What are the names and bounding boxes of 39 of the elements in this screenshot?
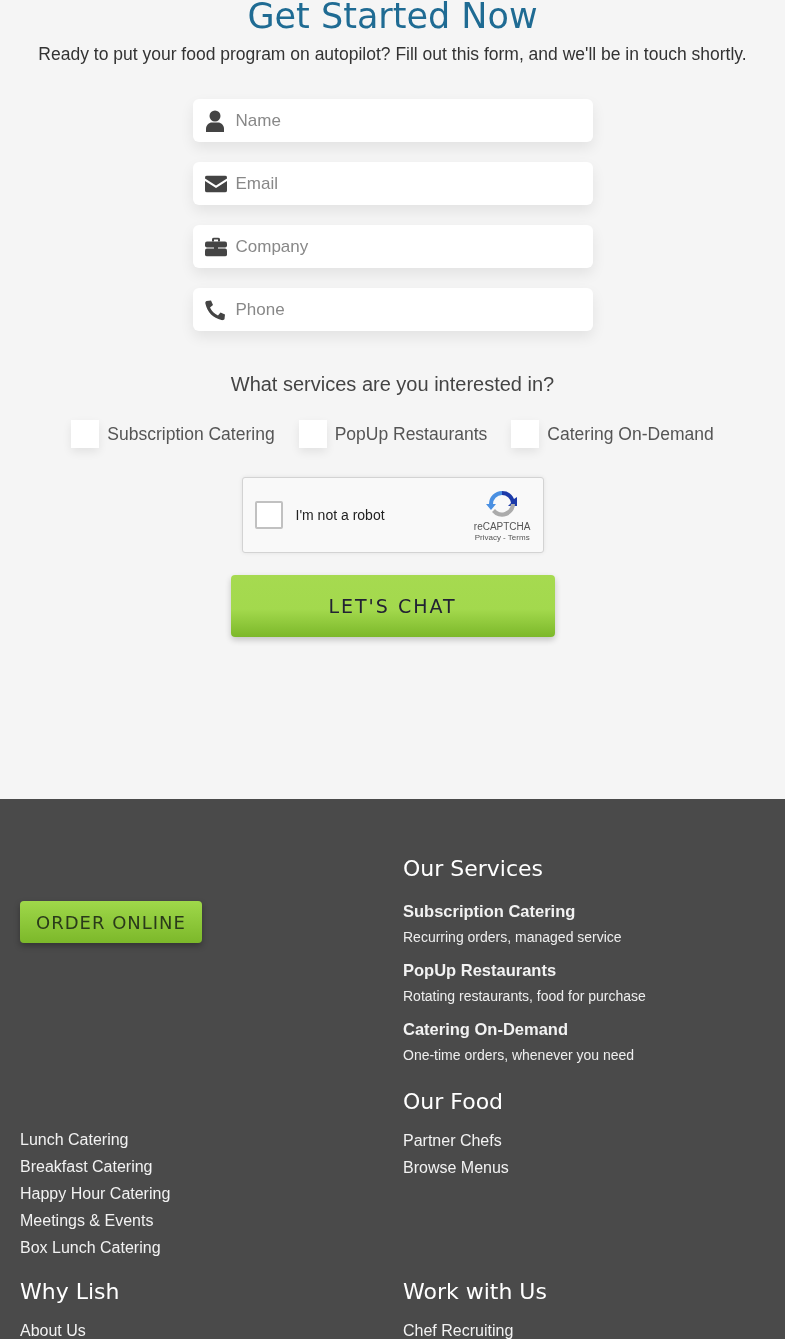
circular-arrows-icon — [486, 488, 519, 520]
captcha-label: I'm not a robot — [295, 507, 386, 523]
checkbox[interactable] — [511, 420, 540, 448]
service-link[interactable]: Subscription Catering — [403, 901, 576, 921]
captcha-checkbox[interactable] — [254, 501, 283, 529]
service-link[interactable]: PopUp Restaurants — [403, 960, 557, 980]
footer-heading: Why Lish — [20, 1278, 121, 1306]
checkbox-label: Catering On-Demand — [547, 423, 714, 445]
footer-link[interactable]: Box Lunch Catering — [20, 1237, 161, 1258]
footer-link[interactable]: Chef Recruiting — [403, 1320, 514, 1339]
company-field[interactable]: Company — [192, 225, 593, 268]
captcha-brand: reCAPTCHA — [473, 521, 531, 532]
footer-link[interactable]: Happy Hour Catering — [20, 1183, 171, 1204]
footer-link[interactable]: Meetings & Events — [20, 1210, 154, 1231]
service-description: Rotating restaurants, food for purchase — [403, 988, 646, 1005]
checkbox-label: PopUp Restaurants — [334, 423, 488, 445]
services-question: What services are you interested in? — [229, 373, 556, 396]
phone-field[interactable]: Phone — [192, 288, 593, 331]
name-field[interactable]: Name — [192, 99, 593, 142]
service-link[interactable]: Catering On-Demand — [403, 1019, 569, 1039]
intro-text: Ready to put your food program on autopilot? Fill out this form, and we'll be in touch shortly. — [37, 44, 748, 65]
submit-button[interactable]: LET'S CHAT — [230, 575, 555, 637]
checkbox-label: Subscription Catering — [107, 423, 275, 445]
checkbox[interactable] — [298, 420, 327, 448]
footer-link[interactable]: About Us — [20, 1320, 86, 1339]
order-online-button[interactable]: ORDER ONLINE — [20, 901, 202, 943]
service-description: One-time orders, whenever you need — [403, 1047, 635, 1064]
footer-heading: Our Food — [403, 1088, 504, 1116]
captcha-links[interactable]: Privacy - Terms — [474, 533, 530, 542]
footer-link[interactable]: Browse Menus — [403, 1157, 509, 1178]
footer-link[interactable]: Lunch Catering — [20, 1129, 129, 1150]
service-description: Recurring orders, managed service — [403, 929, 622, 946]
footer-heading: Our Services — [403, 855, 544, 883]
footer-link[interactable]: Partner Chefs — [403, 1130, 502, 1151]
footer-heading: Work with Us — [403, 1278, 548, 1306]
page-heading: Get Started Now — [246, 0, 539, 32]
checkbox[interactable] — [71, 420, 100, 448]
footer-link[interactable]: Breakfast Catering — [20, 1156, 153, 1177]
email-field[interactable]: Email — [192, 162, 593, 205]
